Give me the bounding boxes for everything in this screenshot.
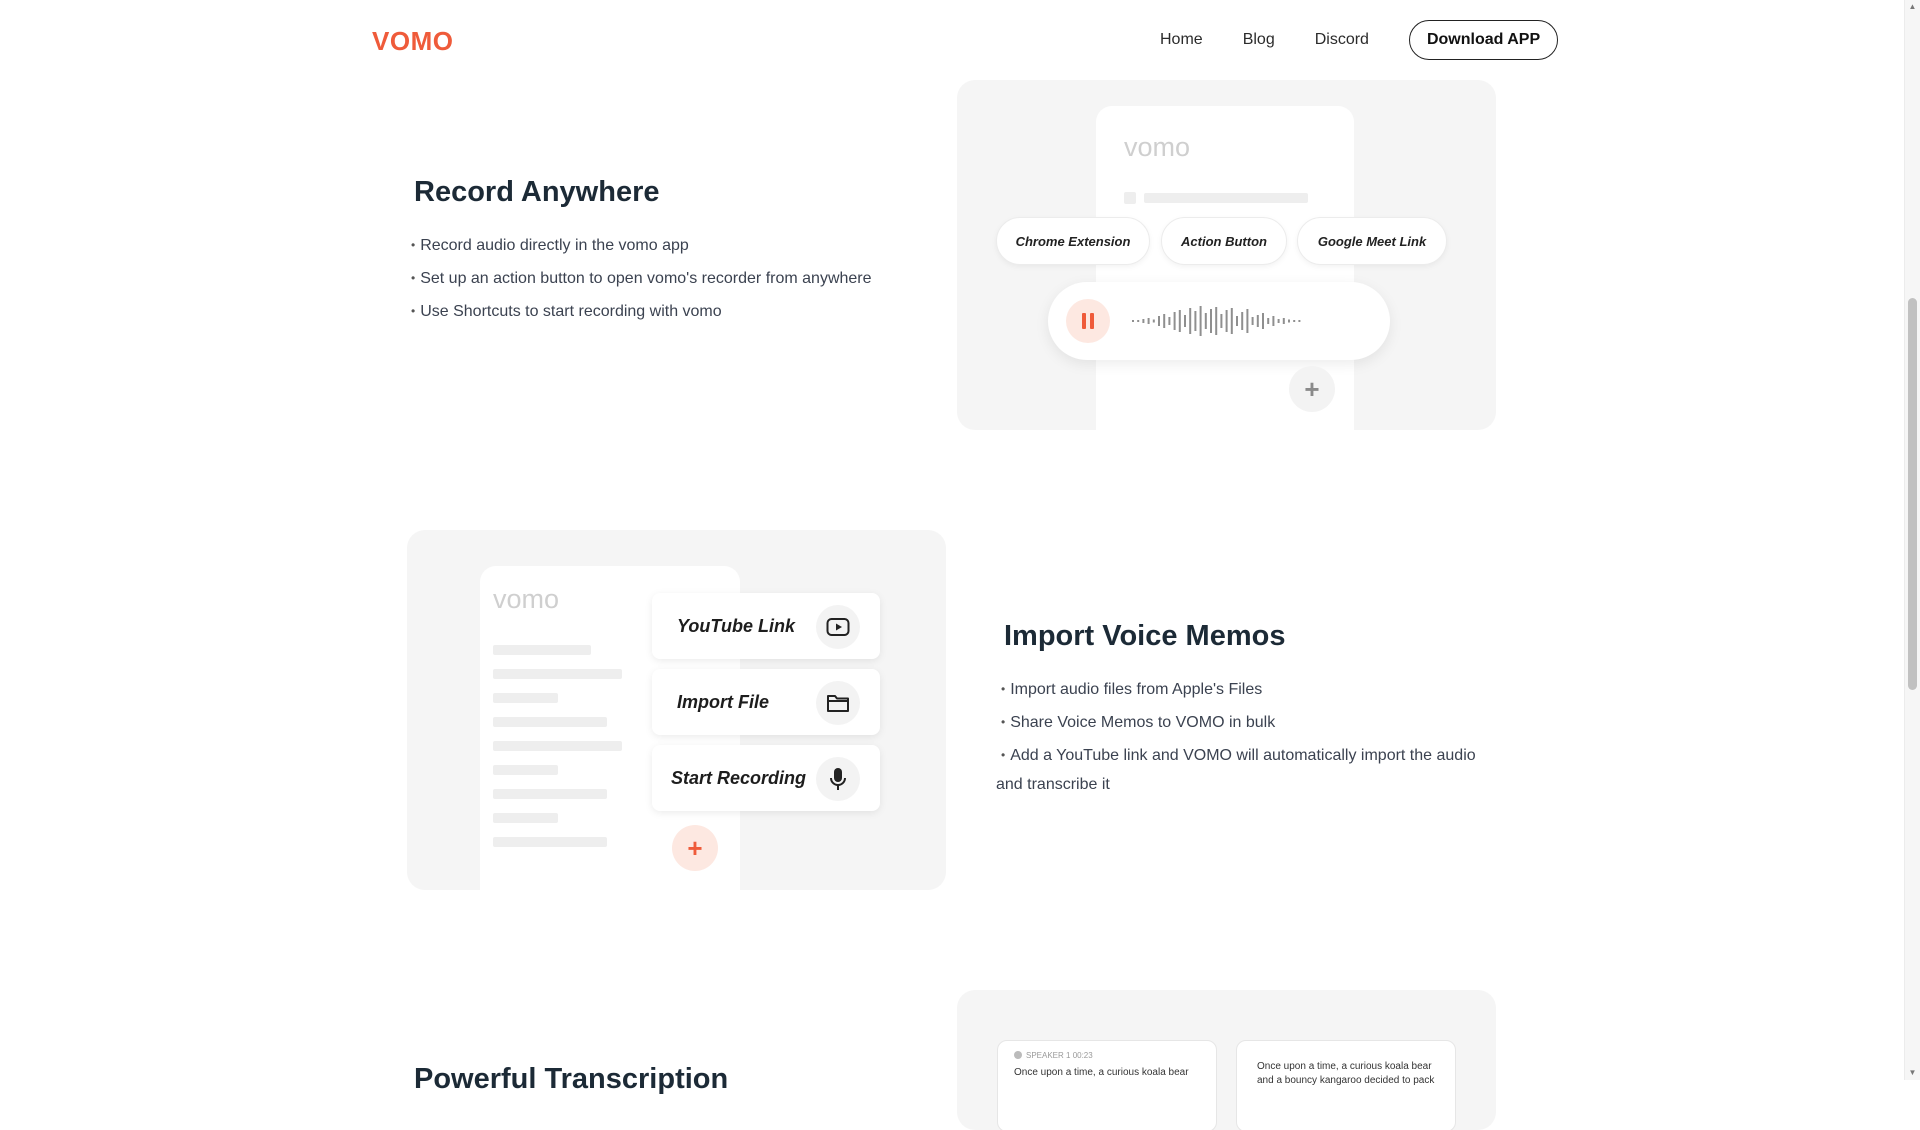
- action-button-chip[interactable]: Action Button: [1161, 217, 1287, 265]
- microphone-icon: [816, 757, 860, 801]
- top-nav: Home Blog Discord Download APP: [1160, 20, 1559, 60]
- scroll-down-icon[interactable]: ▼: [1905, 1066, 1920, 1080]
- waveform-bar: [1147, 318, 1150, 324]
- waveform-bar: [1277, 319, 1280, 323]
- placeholder-line: [493, 789, 607, 799]
- chrome-extension-chip[interactable]: Chrome Extension: [996, 217, 1150, 265]
- waveform-bar: [1246, 309, 1249, 333]
- waveform-bar: [1282, 318, 1285, 324]
- google-meet-link-chip[interactable]: Google Meet Link: [1297, 217, 1447, 265]
- import-file-option[interactable]: Import File: [652, 669, 880, 735]
- speaker-label: SPEAKER 1 00:23: [1014, 1051, 1093, 1060]
- placeholder-line: [1144, 193, 1308, 203]
- import-mockup-panel: vomo YouTube Link Import File Start Reco…: [407, 530, 946, 890]
- option-label: Start Recording: [671, 767, 807, 788]
- recording-bar: [1048, 282, 1390, 360]
- placeholder-line: [493, 813, 558, 823]
- transcript-card: Once upon a time, a curious koala bear a…: [1236, 1040, 1456, 1130]
- waveform-bar: [1194, 311, 1197, 331]
- placeholder-line: [493, 669, 622, 679]
- waveform-bar: [1298, 320, 1301, 322]
- waveform-bar: [1215, 307, 1218, 335]
- list-item: Record audio directly in the vomo app: [411, 229, 872, 262]
- list-item: Add a YouTube link and VOMO will automat…: [1001, 739, 1475, 772]
- import-feature-list: Import audio files from Apple's Files Sh…: [1001, 673, 1476, 772]
- list-item-continuation: and transcribe it: [996, 776, 1110, 793]
- transcript-text: and a bouncy kangaroo decided to pack: [1257, 1075, 1435, 1086]
- waveform-bar: [1132, 320, 1134, 322]
- transcript-card: SPEAKER 1 00:23 Once upon a time, a curi…: [997, 1040, 1217, 1130]
- waveform-bar: [1189, 308, 1192, 334]
- waveform-bar: [1137, 320, 1140, 322]
- waveform-bar: [1236, 316, 1238, 326]
- waveform-bar: [1152, 319, 1155, 323]
- transcript-text: Once upon a time, a curious koala bear: [1257, 1061, 1432, 1072]
- add-icon[interactable]: +: [672, 825, 718, 871]
- waveform-bar: [1220, 314, 1223, 328]
- placeholder-line: [493, 645, 591, 655]
- list-item: Import audio files from Apple's Files: [1001, 673, 1476, 706]
- waveform-bar: [1230, 308, 1233, 334]
- placeholder-line: [493, 837, 607, 847]
- transcript-text: Once upon a time, a curious koala bear: [1014, 1067, 1189, 1078]
- nav-home-link[interactable]: Home: [1160, 31, 1203, 49]
- placeholder-line: [493, 717, 607, 727]
- waveform-bar: [1142, 319, 1145, 323]
- scroll-up-icon[interactable]: ▲: [1905, 0, 1920, 14]
- waveform-bar: [1199, 306, 1202, 336]
- waveform-bar: [1256, 315, 1259, 327]
- waveform-bar: [1173, 312, 1176, 330]
- waveform-bar: [1241, 312, 1244, 330]
- youtube-icon: [816, 605, 860, 649]
- placeholder-line: [493, 741, 622, 751]
- placeholder-checkbox: [1124, 192, 1136, 204]
- start-recording-option[interactable]: Start Recording: [652, 745, 880, 811]
- download-app-button[interactable]: Download APP: [1408, 20, 1559, 60]
- option-label: YouTube Link: [677, 615, 796, 636]
- waveform-bar: [1168, 317, 1171, 325]
- record-feature-list: Record audio directly in the vomo app Se…: [411, 229, 872, 328]
- waveform-bar: [1225, 310, 1228, 332]
- waveform-bar: [1204, 313, 1207, 329]
- waveform-bar: [1262, 313, 1264, 329]
- pause-icon[interactable]: [1066, 299, 1110, 343]
- waveform-bar: [1251, 317, 1254, 325]
- nav-discord-link[interactable]: Discord: [1315, 31, 1369, 49]
- add-icon[interactable]: +: [1289, 366, 1335, 412]
- folder-icon: [816, 681, 860, 725]
- vomo-watermark: vomo: [493, 584, 560, 614]
- option-label: Import File: [677, 691, 770, 712]
- section-title-record-anywhere: Record Anywhere: [414, 176, 660, 208]
- section-title-import-voice-memos: Import Voice Memos: [1004, 620, 1286, 652]
- waveform-bar: [1163, 314, 1166, 328]
- record-mockup-panel: vomo Chrome Extension Action Button Goog…: [957, 80, 1496, 430]
- list-item: Use Shortcuts to start recording with vo…: [411, 295, 872, 328]
- placeholder-line: [493, 693, 558, 703]
- waveform-bar: [1210, 309, 1212, 333]
- nav-blog-link[interactable]: Blog: [1243, 31, 1275, 49]
- waveform-bar: [1272, 316, 1275, 326]
- waveform-bar: [1267, 318, 1270, 324]
- placeholder-line: [493, 765, 558, 775]
- youtube-link-option[interactable]: YouTube Link: [652, 593, 880, 659]
- speaker-icon: [1014, 1051, 1022, 1059]
- page-scrollbar[interactable]: ▲ ▼: [1904, 0, 1920, 1080]
- transcription-mockup-panel: SPEAKER 1 00:23 Once upon a time, a curi…: [957, 990, 1496, 1130]
- waveform-bar: [1184, 315, 1186, 327]
- waveform-bar: [1178, 310, 1181, 332]
- waveform-bar: [1288, 319, 1290, 323]
- waveform-graphic: [1132, 306, 1301, 336]
- waveform-bar: [1293, 320, 1296, 322]
- waveform-bar: [1158, 316, 1160, 326]
- scroll-thumb[interactable]: [1908, 298, 1917, 690]
- vomo-watermark: vomo: [1124, 132, 1191, 162]
- list-item: Set up an action button to open vomo's r…: [411, 262, 871, 295]
- logo[interactable]: VOMO: [372, 26, 453, 57]
- list-item: Share Voice Memos to VOMO in bulk: [1001, 706, 1476, 739]
